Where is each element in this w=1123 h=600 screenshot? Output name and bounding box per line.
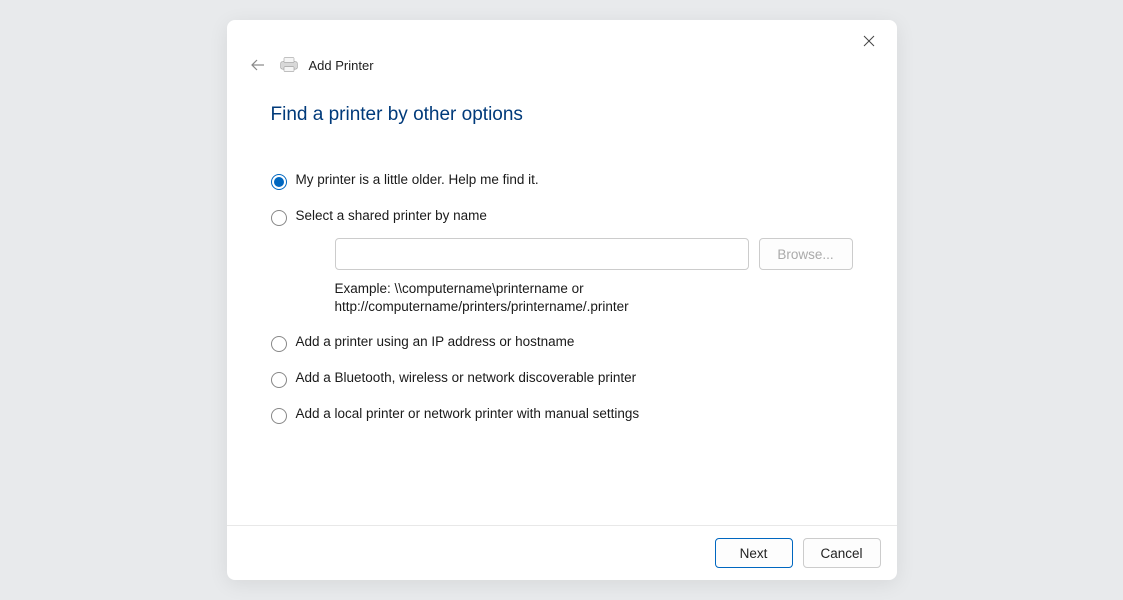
radio-icon xyxy=(271,336,287,352)
printer-name-input[interactable] xyxy=(335,238,749,270)
option-local-manual[interactable]: Add a local printer or network printer w… xyxy=(271,406,853,424)
option-label: Add a Bluetooth, wireless or network dis… xyxy=(296,370,637,385)
option-ip-hostname[interactable]: Add a printer using an IP address or hos… xyxy=(271,334,853,352)
option-shared-by-name[interactable]: Select a shared printer by name xyxy=(271,208,853,226)
option-label: Select a shared printer by name xyxy=(296,208,487,223)
add-printer-dialog: Add Printer Find a printer by other opti… xyxy=(227,20,897,580)
shared-printer-subsection: Browse... Example: \\computername\printe… xyxy=(335,238,853,316)
radio-icon xyxy=(271,174,287,190)
option-label: My printer is a little older. Help me fi… xyxy=(296,172,539,187)
close-icon xyxy=(863,35,875,47)
dialog-footer: Next Cancel xyxy=(227,525,897,580)
option-bluetooth-wireless[interactable]: Add a Bluetooth, wireless or network dis… xyxy=(271,370,853,388)
close-button[interactable] xyxy=(847,26,891,56)
cancel-button[interactable]: Cancel xyxy=(803,538,881,568)
example-line-1: Example: \\computername\printername or xyxy=(335,281,584,296)
titlebar xyxy=(227,20,897,60)
option-label: Add a printer using an IP address or hos… xyxy=(296,334,575,349)
radio-icon xyxy=(271,408,287,424)
option-label: Add a local printer or network printer w… xyxy=(296,406,640,421)
option-older-printer[interactable]: My printer is a little older. Help me fi… xyxy=(271,172,853,190)
next-button[interactable]: Next xyxy=(715,538,793,568)
radio-icon xyxy=(271,372,287,388)
example-line-2: http://computername/printers/printername… xyxy=(335,299,629,314)
example-text: Example: \\computername\printername or h… xyxy=(335,280,765,316)
radio-icon xyxy=(271,210,287,226)
content-area: Find a printer by other options My print… xyxy=(227,76,897,525)
input-browse-row: Browse... xyxy=(335,238,853,270)
browse-button[interactable]: Browse... xyxy=(759,238,853,270)
page-heading: Find a printer by other options xyxy=(271,104,853,126)
